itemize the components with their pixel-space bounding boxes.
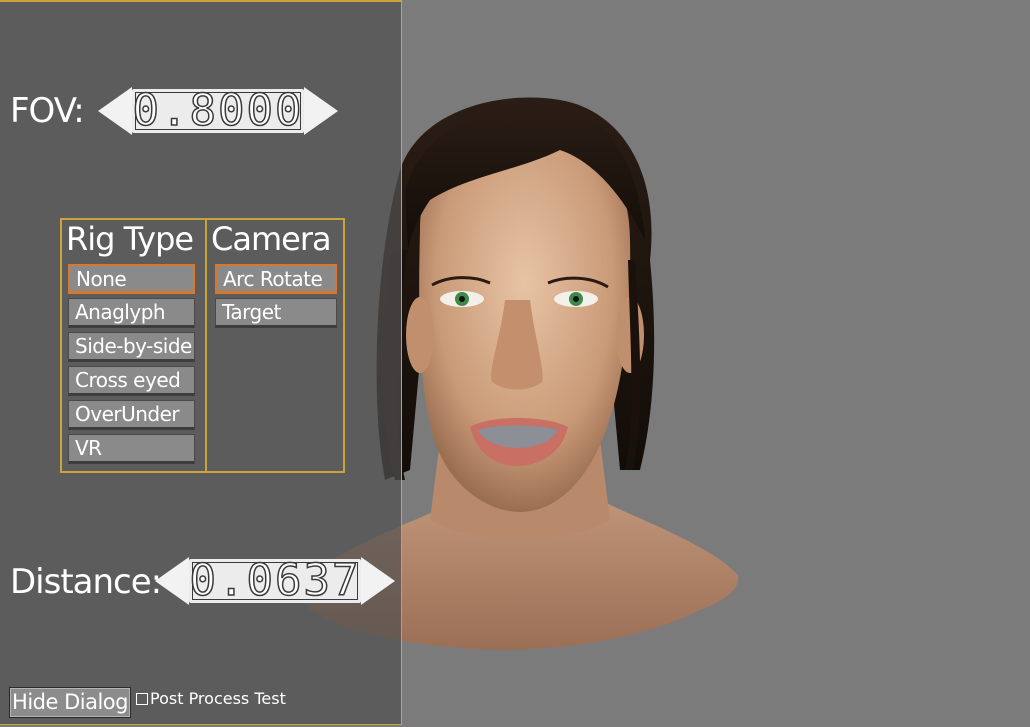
checkbox-square-icon[interactable]	[136, 693, 148, 705]
rig-type-cross-eyed-button[interactable]: Cross eyed	[68, 366, 195, 396]
rig-type-anaglyph-button[interactable]: Anaglyph	[68, 298, 195, 328]
fov-decrease-arrow-icon[interactable]	[98, 87, 132, 135]
camera-target-button[interactable]: Target	[215, 298, 337, 328]
rig-type-group: Rig Type None Anaglyph Side-by-side Cros…	[60, 218, 207, 473]
rig-type-none-button[interactable]: None	[68, 264, 195, 294]
distance-value: 0.0637	[189, 555, 361, 606]
camera-arc-rotate-button[interactable]: Arc Rotate	[215, 264, 337, 294]
distance-value-display[interactable]: 0.0637	[189, 558, 361, 603]
post-process-test-checkbox[interactable]: Post Process Test	[136, 690, 286, 710]
distance-label: Distance:	[10, 562, 162, 602]
camera-type-title: Camera	[211, 220, 332, 258]
rig-type-side-by-side-button[interactable]: Side-by-side	[68, 332, 195, 362]
camera-type-group: Camera Arc Rotate Target	[205, 218, 345, 473]
rig-type-vr-button[interactable]: VR	[68, 434, 195, 464]
hide-dialog-button[interactable]: Hide Dialog	[9, 687, 131, 718]
rig-type-overunder-button[interactable]: OverUnder	[68, 400, 195, 430]
distance-increase-arrow-icon[interactable]	[361, 557, 395, 605]
fov-spinner: 0.8000	[98, 87, 338, 135]
rig-type-title: Rig Type	[66, 220, 194, 258]
post-process-test-label: Post Process Test	[150, 689, 286, 708]
fov-value: 0.8000	[132, 85, 304, 136]
distance-spinner: 0.0637	[155, 557, 395, 605]
fov-value-display[interactable]: 0.8000	[132, 88, 304, 133]
distance-decrease-arrow-icon[interactable]	[155, 557, 189, 605]
fov-label: FOV:	[10, 91, 85, 131]
fov-increase-arrow-icon[interactable]	[304, 87, 338, 135]
camera-settings-dialog: FOV: 0.8000 Rig Type None Anaglyph Side-…	[0, 0, 402, 725]
